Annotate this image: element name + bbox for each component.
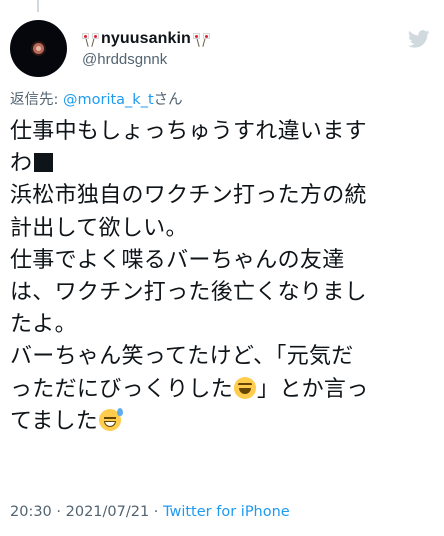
tweet-line: わ bbox=[10, 148, 434, 180]
reply-prefix: 返信先: bbox=[10, 92, 63, 108]
tweet-line-text: わ bbox=[10, 151, 33, 177]
meta-separator: · bbox=[51, 504, 66, 520]
tweet-line: 仕事中もしょっちゅうすれ違います bbox=[10, 119, 367, 144]
display-name-row[interactable]: nyuusankin bbox=[82, 28, 210, 50]
sweat-smile-face-icon bbox=[99, 407, 124, 431]
tweet-line: っただにびっくりした 」とか言っ bbox=[10, 374, 434, 406]
flag-icon bbox=[192, 31, 210, 48]
tweet-source-link[interactable]: Twitter for iPhone bbox=[163, 504, 290, 520]
tweet-line: たよ。 bbox=[10, 312, 77, 338]
avatar-emblem-icon bbox=[33, 43, 44, 54]
tweet-line: 仕事でよく喋るバーちゃんの友達 bbox=[10, 247, 345, 273]
tweet-time[interactable]: 20:30 bbox=[10, 504, 52, 520]
tweet-line-text: っただにびっくりした bbox=[10, 376, 234, 402]
display-name[interactable]: nyuusankin bbox=[101, 30, 191, 48]
tweet-line: バーちゃん笑ってたけど、「元気だ bbox=[10, 344, 354, 370]
tweet-line: てました bbox=[10, 406, 434, 438]
tweet-date[interactable]: 2021/07/21 bbox=[66, 504, 150, 520]
tweet-line-text: 」とか言っ bbox=[257, 376, 369, 402]
tweet-text: 仕事中もしょっちゅうすれ違います わ 浜松市独自のワクチン打った方の統 計出して… bbox=[10, 116, 434, 438]
tweet-line-text: てました bbox=[10, 408, 99, 434]
reply-context: 返信先: @morita_k_tさん bbox=[10, 88, 183, 109]
laughing-face-icon bbox=[234, 376, 257, 399]
tweet-metadata: 20:30 · 2021/07/21 · Twitter for iPhone bbox=[10, 504, 290, 520]
avatar[interactable] bbox=[10, 20, 67, 77]
author-info: nyuusankin @hrddsgnnk bbox=[82, 28, 210, 68]
tweet-line: 浜松市独自のワクチン打った方の統 bbox=[10, 183, 367, 209]
thread-connector-line bbox=[37, 0, 39, 12]
reply-suffix: さん bbox=[153, 92, 183, 108]
reply-mention-link[interactable]: @morita_k_t bbox=[63, 92, 154, 108]
tweet-line: 計出して欲しい。 bbox=[10, 215, 188, 241]
tweet-header: nyuusankin @hrddsgnnk bbox=[10, 14, 434, 78]
twitter-bird-icon[interactable] bbox=[408, 30, 430, 48]
tweet-line: は、ワクチン打った後亡くなりまし bbox=[10, 280, 367, 306]
meta-separator: · bbox=[149, 504, 164, 520]
black-square-icon bbox=[34, 153, 54, 173]
flag-icon bbox=[82, 31, 99, 48]
user-handle[interactable]: @hrddsgnnk bbox=[82, 51, 210, 68]
